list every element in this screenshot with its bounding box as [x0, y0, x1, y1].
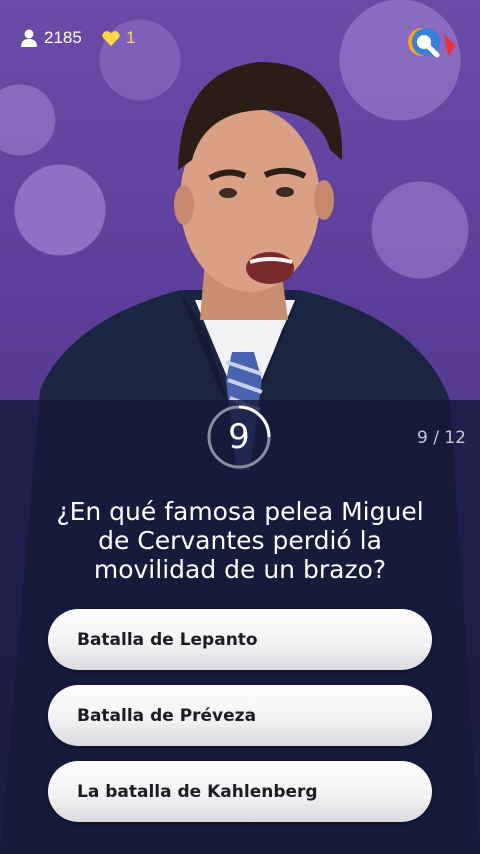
answer-option-1[interactable]: Batalla de Lepanto: [48, 609, 432, 670]
heart-icon: [102, 30, 120, 46]
answer-label: La batalla de Kahlenberg: [77, 781, 318, 802]
user-icon: [21, 29, 37, 47]
lives-count-value: 1: [126, 28, 136, 47]
top-bar: 2185 1: [0, 0, 480, 76]
question-text: ¿En qué famosa pelea Miguel de Cervantes…: [56, 497, 424, 584]
answer-label: Batalla de Lepanto: [77, 629, 258, 650]
question-progress: 9 / 12: [417, 428, 466, 448]
lives-count: 1: [102, 28, 135, 48]
timer-value: 9: [228, 417, 250, 457]
answer-label: Batalla de Préveza: [77, 705, 257, 726]
answer-option-2[interactable]: Batalla de Préveza: [48, 685, 432, 746]
countdown-timer: 9: [206, 404, 272, 470]
answer-option-3[interactable]: La batalla de Kahlenberg: [48, 761, 432, 822]
player-count: 2185: [20, 28, 82, 48]
player-count-value: 2185: [44, 28, 82, 47]
q-logo: [408, 28, 456, 58]
